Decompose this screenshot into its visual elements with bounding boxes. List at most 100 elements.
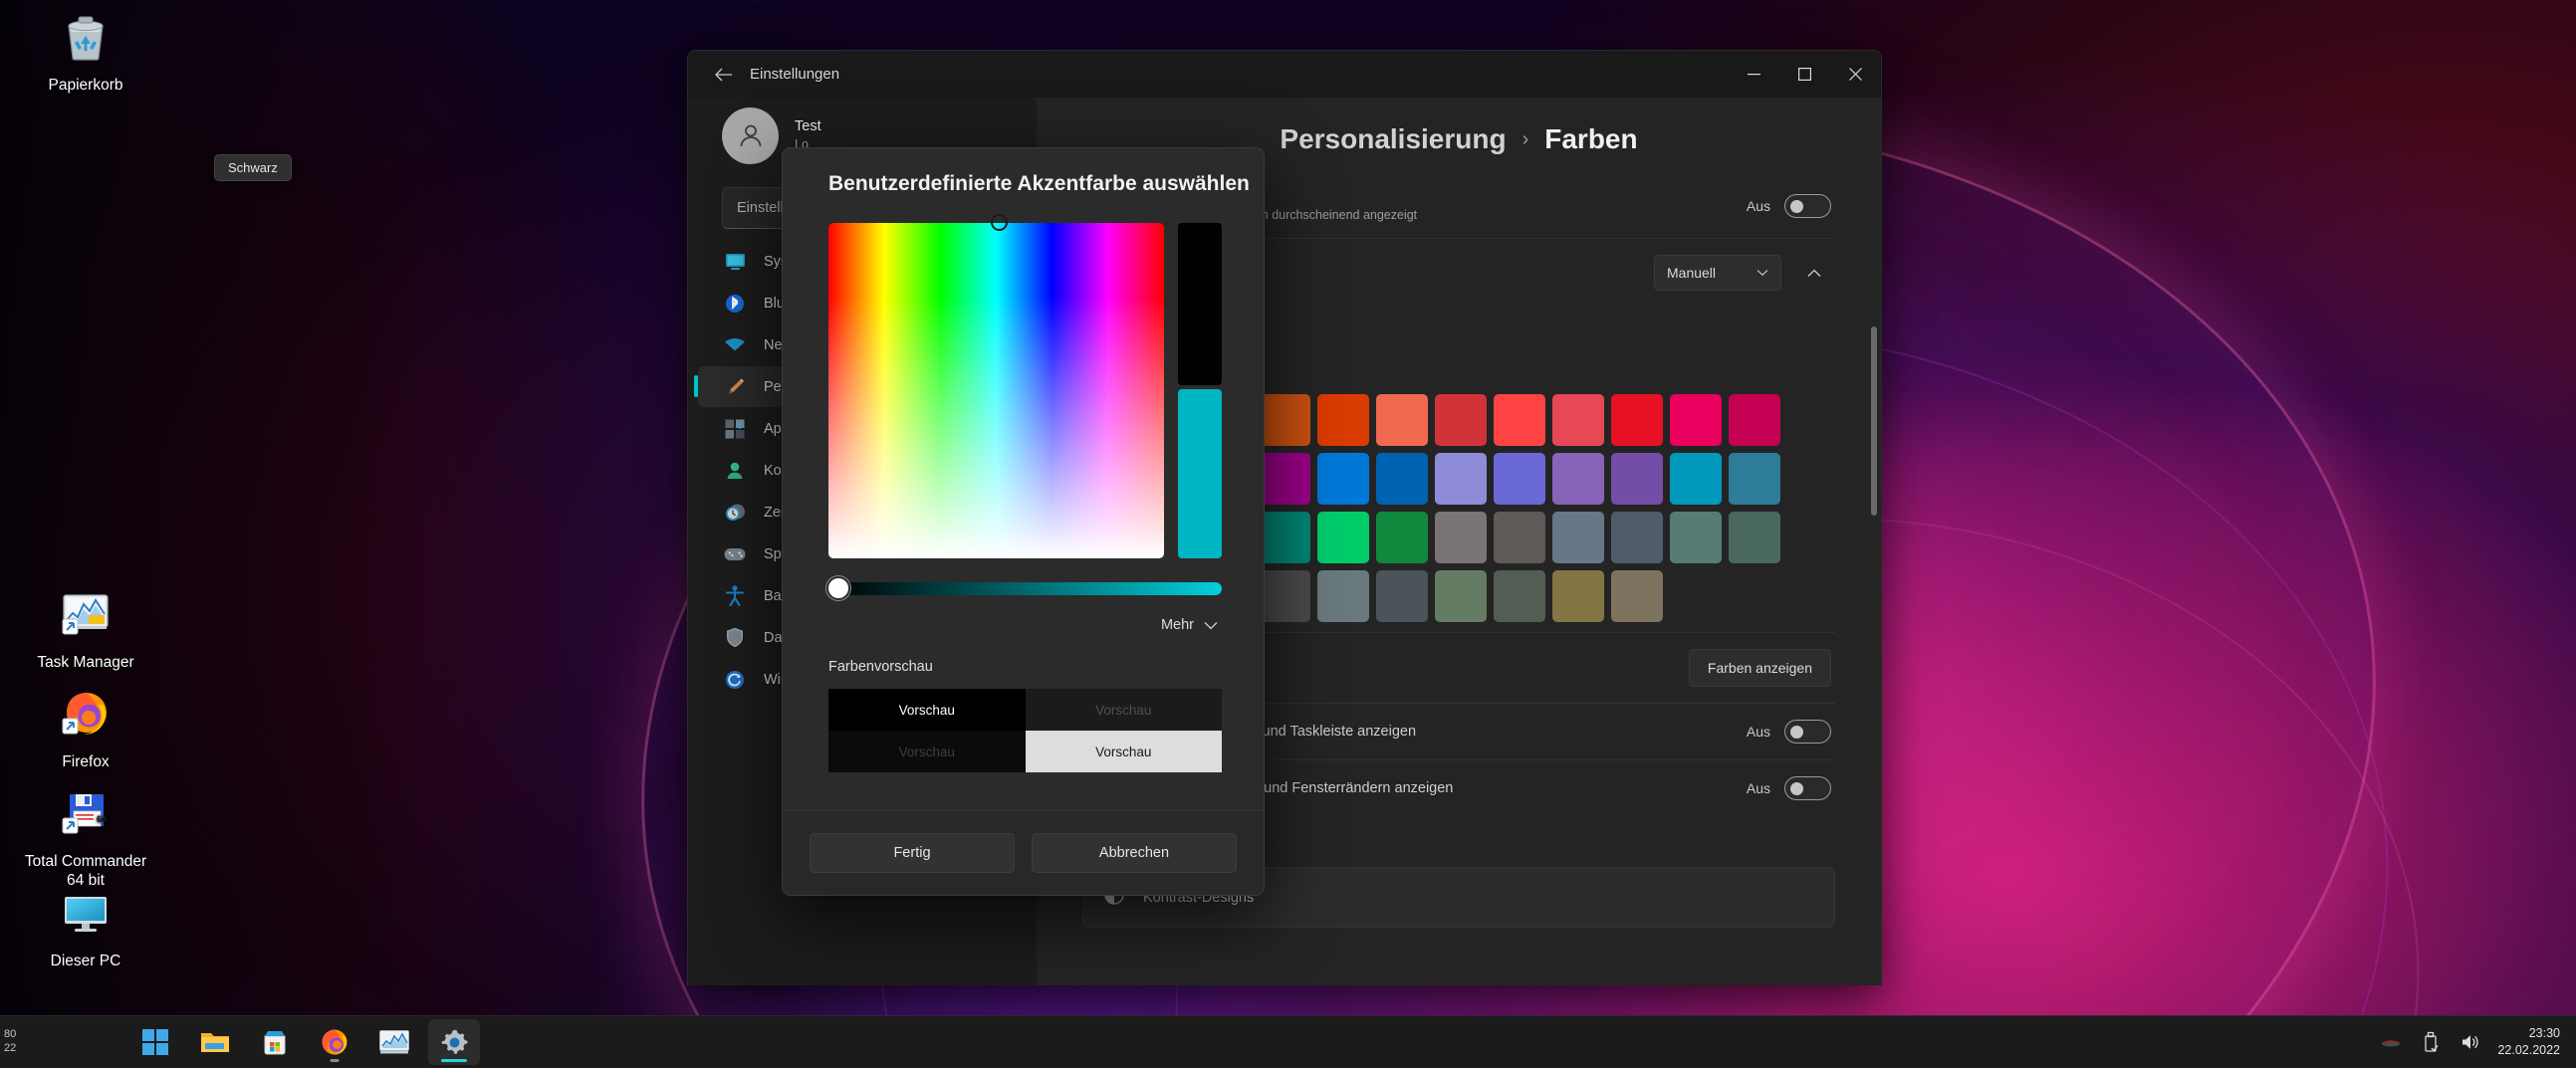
windows-color-swatch[interactable] [1670, 453, 1722, 505]
windows-color-swatch[interactable] [1611, 570, 1663, 622]
windows-color-swatch[interactable] [1435, 394, 1487, 446]
windows-color-swatch[interactable] [1435, 512, 1487, 563]
system-icon [722, 251, 748, 273]
corner-line-2: 22 [4, 1042, 17, 1054]
settings-button[interactable] [428, 1019, 480, 1065]
content-scrollbar[interactable] [1871, 326, 1877, 516]
start-button[interactable] [129, 1019, 181, 1065]
title-borders-toggle-wrap[interactable]: Aus [1747, 776, 1831, 800]
firefox-button[interactable] [309, 1019, 360, 1065]
start-taskbar-toggle[interactable] [1784, 720, 1831, 744]
windows-color-swatch[interactable] [1259, 453, 1310, 505]
windows-color-swatch[interactable] [1552, 512, 1604, 563]
close-button[interactable] [1830, 51, 1881, 98]
taskbar-corner-text: 80 22 [0, 1028, 50, 1056]
windows-color-swatch[interactable] [1670, 394, 1722, 446]
windows-color-swatch[interactable] [1259, 512, 1310, 563]
color-preview-grid: Vorschau Vorschau Vorschau Vorschau [828, 689, 1222, 772]
recycle-bin-icon [20, 10, 151, 70]
usb-eject-icon[interactable] [2418, 1029, 2444, 1055]
chevron-up-icon [1807, 269, 1821, 277]
windows-color-swatch[interactable] [1729, 394, 1780, 446]
windows-color-swatch[interactable] [1317, 570, 1369, 622]
task-manager-button[interactable] [368, 1019, 420, 1065]
windows-color-swatch[interactable] [1611, 453, 1663, 505]
windows-color-swatch[interactable] [1552, 453, 1604, 505]
taskbar-active-indicator [441, 1059, 467, 1062]
windows-color-swatch[interactable] [1611, 512, 1663, 563]
windows-color-swatch[interactable] [1494, 570, 1545, 622]
network-icon[interactable] [2378, 1029, 2404, 1055]
dialog-footer: Fertig Abbrechen [783, 810, 1264, 895]
windows-color-swatch[interactable] [1729, 512, 1780, 563]
windows-color-swatch[interactable] [1435, 453, 1487, 505]
dropdown-value: Manuell [1667, 265, 1717, 281]
network-icon [722, 334, 748, 356]
microsoft-store-button[interactable] [249, 1019, 301, 1065]
accent-expand-button[interactable] [1797, 256, 1831, 290]
maximize-button[interactable] [1779, 51, 1830, 98]
windows-color-swatch[interactable] [1376, 570, 1428, 622]
chevron-down-icon [1756, 270, 1768, 277]
breadcrumb-parent[interactable]: Personalisierung [1280, 123, 1506, 155]
back-button[interactable] [704, 60, 742, 90]
show-colors-button[interactable]: Farben anzeigen [1688, 649, 1831, 687]
toggle-knob [1790, 782, 1803, 795]
preview-cell: Vorschau [1025, 689, 1222, 731]
windows-color-swatch[interactable] [1435, 570, 1487, 622]
transparency-toggle[interactable] [1784, 193, 1831, 218]
firefox-icon [20, 687, 151, 747]
windows-color-swatch[interactable] [1376, 512, 1428, 563]
windows-color-swatch[interactable] [1317, 453, 1369, 505]
desktop-icon-task-manager[interactable]: Task Manager [20, 587, 151, 672]
more-toggle[interactable]: Mehr [783, 595, 1264, 633]
windows-color-swatch[interactable] [1494, 453, 1545, 505]
windows-color-swatch[interactable] [1494, 394, 1545, 446]
preview-cell: Vorschau [828, 731, 1026, 772]
color-picker-cursor[interactable] [990, 214, 1008, 231]
desktop-icon-dieser-pc[interactable]: Dieser PC [20, 886, 151, 970]
windows-color-swatch[interactable] [1729, 453, 1780, 505]
windows-color-swatch[interactable] [1494, 512, 1545, 563]
clock-date: 22.02.2022 [2497, 1043, 2560, 1057]
desktop-icon-firefox[interactable]: Firefox [20, 687, 151, 771]
windows-color-swatch[interactable] [1552, 570, 1604, 622]
minimize-button[interactable] [1729, 51, 1779, 98]
saturation-value-box[interactable] [828, 214, 1164, 558]
desktop-icon-label: Task Manager [37, 654, 134, 671]
windows-color-swatch[interactable] [1552, 394, 1604, 446]
accessibility-icon [722, 585, 748, 607]
accent-mode-dropdown[interactable]: Manuell [1654, 255, 1781, 291]
windows-color-swatch[interactable] [1376, 394, 1428, 446]
clock[interactable]: 23:30 22.02.2022 [2497, 1025, 2560, 1059]
windows-color-swatch[interactable] [1317, 512, 1369, 563]
brightness-slider-wrap[interactable] [783, 558, 1264, 600]
taskbar[interactable]: 80 22 23:30 22.02.2022 [0, 1015, 2576, 1068]
bluetooth-icon [722, 293, 748, 315]
taskbar-items [129, 1019, 480, 1065]
windows-color-swatch[interactable] [1317, 394, 1369, 446]
window-title: Einstellungen [750, 66, 840, 83]
windows-color-swatch[interactable] [1259, 394, 1310, 446]
cancel-button[interactable]: Abbrechen [1032, 833, 1237, 873]
svg-text:64: 64 [97, 814, 107, 824]
breadcrumb-current: Farben [1544, 123, 1638, 154]
desktop-icon-total-commander[interactable]: 64 Total Commander 64 bit [20, 786, 151, 891]
transparency-toggle-wrap[interactable]: Aus [1747, 193, 1831, 218]
window-titlebar[interactable]: Einstellungen [688, 51, 1881, 98]
windows-color-swatch[interactable] [1259, 570, 1310, 622]
breadcrumb-separator-icon: › [1522, 127, 1529, 150]
desktop-icon-papierkorb[interactable]: Papierkorb [20, 10, 151, 95]
volume-icon[interactable] [2458, 1029, 2483, 1055]
windows-color-swatch[interactable] [1670, 512, 1722, 563]
windows-color-swatch[interactable] [1376, 453, 1428, 505]
windows-color-swatch[interactable] [1611, 394, 1663, 446]
done-button[interactable]: Fertig [810, 833, 1015, 873]
privacy-icon [722, 627, 748, 649]
brightness-slider-track[interactable] [826, 576, 1222, 600]
custom-accent-color-dialog[interactable]: Benutzerdefinierte Akzentfarbe auswählen… [782, 147, 1265, 896]
brightness-slider-thumb[interactable] [826, 576, 850, 600]
title-borders-toggle[interactable] [1784, 776, 1831, 800]
start-taskbar-toggle-wrap[interactable]: Aus [1747, 720, 1831, 744]
file-explorer-button[interactable] [189, 1019, 241, 1065]
